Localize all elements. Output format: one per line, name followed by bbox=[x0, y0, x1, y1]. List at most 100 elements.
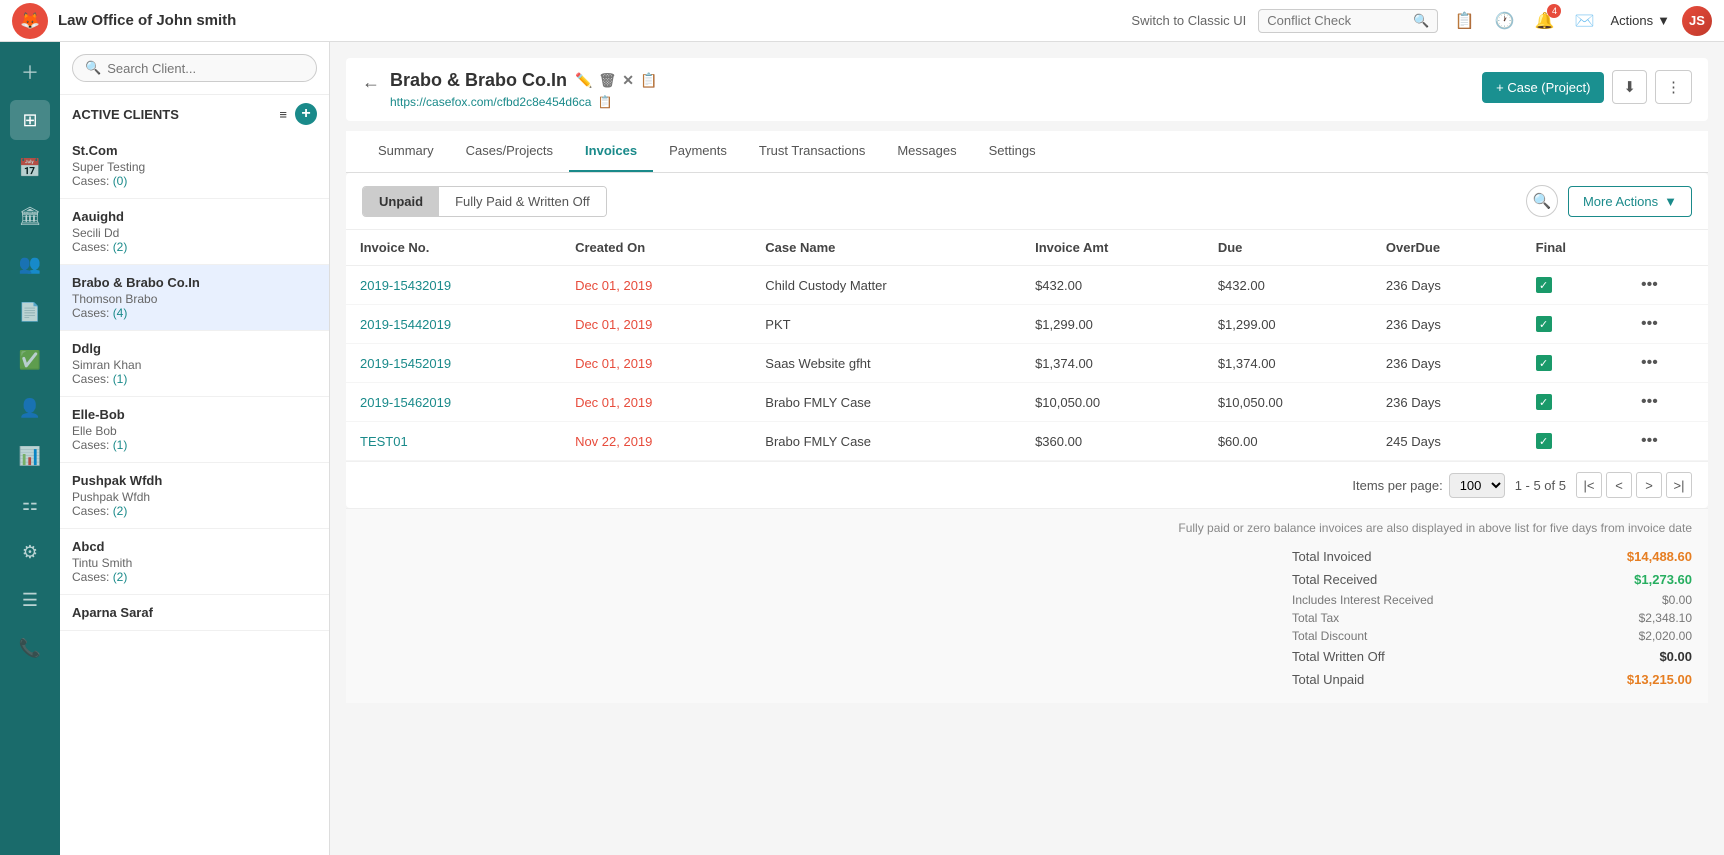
table-row: 2019-15462019 Dec 01, 2019 Brabo FMLY Ca… bbox=[346, 383, 1708, 422]
sidebar-icon-person[interactable]: 👤 bbox=[10, 388, 50, 428]
conflict-check-container: 🔍 bbox=[1258, 9, 1438, 33]
client-name-heading: Brabo & Brabo Co.In ✏️ 🗑 ✕ 📋 bbox=[390, 70, 657, 91]
prev-page-btn[interactable]: < bbox=[1606, 472, 1632, 498]
copy-icon[interactable]: 📋 bbox=[640, 72, 657, 89]
paid-filter-btn[interactable]: Fully Paid & Written Off bbox=[439, 187, 606, 216]
sidebar-icon-list[interactable]: ☰ bbox=[10, 580, 50, 620]
add-client-btn[interactable]: + bbox=[295, 103, 317, 125]
sidebar-icon-apps[interactable]: ⚏ bbox=[10, 484, 50, 524]
final-checkbox[interactable]: ✓ bbox=[1536, 433, 1552, 449]
close-icon[interactable]: ✕ bbox=[622, 72, 634, 89]
invoice-no-cell[interactable]: 2019-15432019 bbox=[346, 266, 561, 305]
invoice-no-cell[interactable]: 2019-15462019 bbox=[346, 383, 561, 422]
items-per-page-label: Items per page: bbox=[1352, 478, 1442, 493]
final-cell: ✓ bbox=[1522, 344, 1627, 383]
sidebar-icon-calendar[interactable]: 📅 bbox=[10, 148, 50, 188]
created-on-cell: Dec 01, 2019 bbox=[561, 344, 751, 383]
total-tax-row: Total Tax $2,348.10 bbox=[1292, 609, 1692, 627]
unpaid-filter-btn[interactable]: Unpaid bbox=[363, 187, 439, 216]
email-icon-btn[interactable]: ✉️ bbox=[1570, 7, 1598, 35]
client-item[interactable]: Elle-Bob Elle Bob Cases: (1) bbox=[60, 397, 329, 463]
client-item-active[interactable]: Brabo & Brabo Co.In Thomson Brabo Cases:… bbox=[60, 265, 329, 331]
row-dots-btn[interactable]: ••• bbox=[1641, 276, 1658, 293]
pagination-bar: Items per page: 100 50 25 1 - 5 of 5 |< … bbox=[346, 461, 1708, 508]
tab-invoices[interactable]: Invoices bbox=[569, 131, 653, 172]
calendar-icon-btn[interactable]: 📋 bbox=[1450, 7, 1478, 35]
more-options-btn[interactable]: ⋮ bbox=[1655, 70, 1692, 104]
search-client-input[interactable] bbox=[107, 61, 304, 76]
chevron-down-icon: ▼ bbox=[1664, 194, 1677, 209]
summary-footer: Fully paid or zero balance invoices are … bbox=[346, 508, 1708, 703]
row-actions-cell[interactable]: ••• bbox=[1627, 266, 1708, 305]
row-dots-btn[interactable]: ••• bbox=[1641, 393, 1658, 410]
notification-bell-btn[interactable]: 🔔 4 bbox=[1530, 7, 1558, 35]
switch-classic-btn[interactable]: Switch to Classic UI bbox=[1131, 13, 1246, 28]
summary-table: Total Invoiced $14,488.60 Total Received… bbox=[1292, 545, 1692, 691]
sidebar-icon-task[interactable]: ✅ bbox=[10, 340, 50, 380]
client-url: https://casefox.com/cfbd2c8e454d6ca 📋 bbox=[390, 95, 657, 109]
client-item[interactable]: Aauighd Secili Dd Cases: (2) bbox=[60, 199, 329, 265]
sidebar-icon-settings[interactable]: ⚙ bbox=[10, 532, 50, 572]
avatar[interactable]: JS bbox=[1682, 6, 1712, 36]
copy-url-icon[interactable]: 📋 bbox=[597, 95, 612, 109]
sidebar-icon-document[interactable]: 📄 bbox=[10, 292, 50, 332]
filter-icon[interactable]: ≡ bbox=[279, 107, 287, 122]
sidebar-icon-users[interactable]: 👥 bbox=[10, 244, 50, 284]
tab-cases[interactable]: Cases/Projects bbox=[450, 131, 569, 172]
created-on-cell: Dec 01, 2019 bbox=[561, 266, 751, 305]
items-per-page-select[interactable]: 100 50 25 bbox=[1449, 473, 1505, 498]
final-checkbox[interactable]: ✓ bbox=[1536, 355, 1552, 371]
last-page-btn[interactable]: >| bbox=[1666, 472, 1692, 498]
clock-icon-btn[interactable]: 🕐 bbox=[1490, 7, 1518, 35]
row-dots-btn[interactable]: ••• bbox=[1641, 432, 1658, 449]
table-search-btn[interactable]: 🔍 bbox=[1526, 185, 1558, 217]
final-checkbox[interactable]: ✓ bbox=[1536, 277, 1552, 293]
created-on-cell: Dec 01, 2019 bbox=[561, 383, 751, 422]
first-page-btn[interactable]: |< bbox=[1576, 472, 1602, 498]
row-actions-cell[interactable]: ••• bbox=[1627, 305, 1708, 344]
actions-dropdown-btn[interactable]: Actions ▼ bbox=[1610, 13, 1670, 28]
row-dots-btn[interactable]: ••• bbox=[1641, 315, 1658, 332]
back-arrow-btn[interactable]: ← bbox=[362, 72, 380, 93]
client-item[interactable]: Aparna Saraf bbox=[60, 595, 329, 631]
row-actions-cell[interactable]: ••• bbox=[1627, 422, 1708, 461]
sidebar-icon-building[interactable]: 🏛 bbox=[10, 196, 50, 236]
tab-summary[interactable]: Summary bbox=[362, 131, 450, 172]
edit-icon[interactable]: ✏️ bbox=[575, 72, 592, 89]
search-icon: 🔍 bbox=[85, 60, 101, 76]
final-checkbox[interactable]: ✓ bbox=[1536, 394, 1552, 410]
delete-icon[interactable]: 🗑 bbox=[598, 72, 616, 89]
row-actions-cell[interactable]: ••• bbox=[1627, 383, 1708, 422]
row-actions-cell[interactable]: ••• bbox=[1627, 344, 1708, 383]
case-name-cell: Saas Website gfht bbox=[751, 344, 1021, 383]
tabs-bar: Summary Cases/Projects Invoices Payments… bbox=[346, 131, 1708, 173]
search-icon[interactable]: 🔍 bbox=[1413, 13, 1429, 29]
conflict-check-input[interactable] bbox=[1267, 13, 1407, 28]
case-name-cell: Brabo FMLY Case bbox=[751, 383, 1021, 422]
tab-settings[interactable]: Settings bbox=[973, 131, 1052, 172]
client-item[interactable]: Abcd Tintu Smith Cases: (2) bbox=[60, 529, 329, 595]
invoice-no-cell[interactable]: 2019-15452019 bbox=[346, 344, 561, 383]
tab-payments[interactable]: Payments bbox=[653, 131, 743, 172]
tab-trust[interactable]: Trust Transactions bbox=[743, 131, 881, 172]
download-btn[interactable]: ⬇ bbox=[1612, 70, 1647, 104]
sidebar-icon-add[interactable]: ＋ bbox=[10, 52, 50, 92]
more-actions-btn[interactable]: More Actions ▼ bbox=[1568, 186, 1692, 217]
client-item[interactable]: Ddlg Simran Khan Cases: (1) bbox=[60, 331, 329, 397]
add-case-btn[interactable]: + Case (Project) bbox=[1482, 72, 1604, 103]
sidebar-icon-bar-chart[interactable]: 📊 bbox=[10, 436, 50, 476]
invoice-no-cell[interactable]: TEST01 bbox=[346, 422, 561, 461]
invoice-no-cell[interactable]: 2019-15442019 bbox=[346, 305, 561, 344]
due-cell: $432.00 bbox=[1204, 266, 1372, 305]
client-item[interactable]: St.Com Super Testing Cases: (0) bbox=[60, 133, 329, 199]
col-created-on: Created On bbox=[561, 230, 751, 266]
toolbar-right: 🔍 More Actions ▼ bbox=[1526, 185, 1692, 217]
next-page-btn[interactable]: > bbox=[1636, 472, 1662, 498]
row-dots-btn[interactable]: ••• bbox=[1641, 354, 1658, 371]
sidebar-icon-phone[interactable]: 📞 bbox=[10, 628, 50, 668]
final-checkbox[interactable]: ✓ bbox=[1536, 316, 1552, 332]
invoice-panel: Unpaid Fully Paid & Written Off 🔍 More A… bbox=[346, 173, 1708, 508]
tab-messages[interactable]: Messages bbox=[881, 131, 972, 172]
sidebar-icon-grid[interactable]: ⊞ bbox=[10, 100, 50, 140]
client-item[interactable]: Pushpak Wfdh Pushpak Wfdh Cases: (2) bbox=[60, 463, 329, 529]
